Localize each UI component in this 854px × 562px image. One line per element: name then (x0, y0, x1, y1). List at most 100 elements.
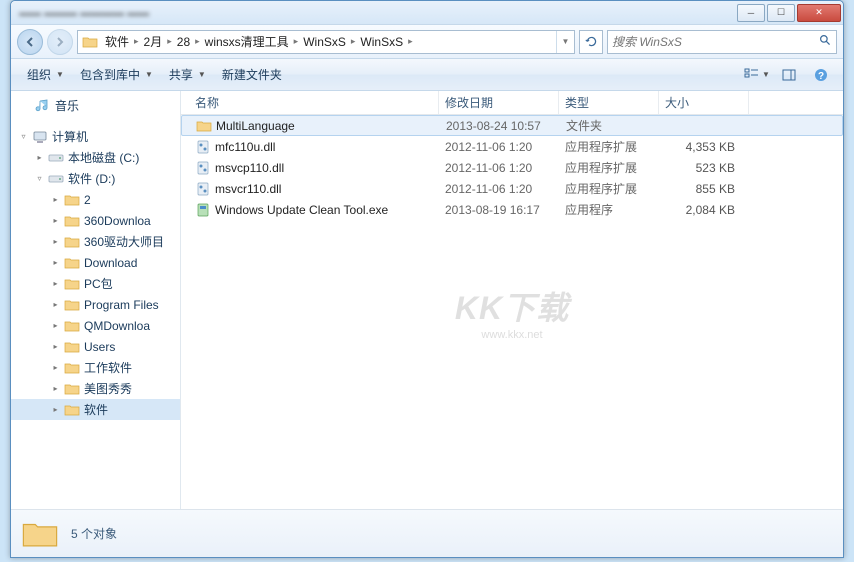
tree-collapse-icon[interactable]: ▿ (19, 132, 28, 141)
watermark: KK下载 www.kkx.net (455, 283, 569, 341)
tree-expand-icon[interactable]: ▸ (51, 363, 60, 372)
tree-expand-icon[interactable]: ▸ (51, 342, 60, 351)
file-date: 2013-08-19 16:17 (439, 203, 559, 217)
breadcrumb: 软件▸2月▸28▸winsxs清理工具▸WinSxS▸WinSxS▸ (102, 33, 556, 50)
file-row[interactable]: msvcp110.dll2012-11-06 1:20应用程序扩展523 KB (181, 157, 843, 178)
search-input[interactable] (612, 35, 819, 49)
sidebar-item-computer[interactable]: ▿ 计算机 (11, 126, 180, 147)
search-icon (819, 34, 832, 50)
view-options-button[interactable]: ▼ (743, 64, 771, 86)
address-dropdown[interactable]: ▼ (556, 31, 574, 53)
include-library-menu[interactable]: 包含到库中▼ (72, 62, 161, 87)
drive-icon (48, 150, 64, 166)
new-folder-button[interactable]: 新建文件夹 (214, 62, 290, 87)
folder-icon (64, 276, 80, 292)
chevron-right-icon[interactable]: ▸ (193, 36, 202, 47)
file-row[interactable]: Windows Update Clean Tool.exe2013-08-19 … (181, 199, 843, 220)
dll-icon (195, 181, 211, 197)
include-library-label: 包含到库中 (80, 66, 140, 83)
file-row[interactable]: msvcr110.dll2012-11-06 1:20应用程序扩展855 KB (181, 178, 843, 199)
titlebar-blurred-text: ▬▬ ▬▬▬ ▬▬▬▬ ▬▬ (13, 7, 735, 19)
watermark-main: KK下载 (455, 283, 569, 329)
file-row[interactable]: mfc110u.dll2012-11-06 1:20应用程序扩展4,353 KB (181, 136, 843, 157)
tree-expand-icon[interactable]: ▸ (51, 279, 60, 288)
tree-expand-icon[interactable]: ▸ (51, 258, 60, 267)
sidebar-folder-item[interactable]: ▸2 (11, 189, 180, 210)
help-button[interactable]: ? (807, 64, 835, 86)
sidebar-folder-item[interactable]: ▸ 软件 (11, 399, 180, 420)
tree-expand-icon[interactable]: ▸ (51, 300, 60, 309)
tree-expand-icon[interactable]: ▸ (35, 153, 44, 162)
back-button[interactable] (17, 29, 43, 55)
sidebar-item-drive-d[interactable]: ▿ 软件 (D:) (11, 168, 180, 189)
file-row[interactable]: MultiLanguage2013-08-24 10:57文件夹 (181, 115, 843, 136)
preview-pane-button[interactable] (775, 64, 803, 86)
sidebar-item-music[interactable]: 音乐 (11, 95, 180, 116)
tree-expand-icon[interactable]: ▸ (51, 195, 60, 204)
column-header-date[interactable]: 修改日期 (439, 91, 559, 114)
share-label: 共享 (169, 66, 193, 83)
file-type: 应用程序 (559, 201, 659, 218)
breadcrumb-item[interactable]: 软件 (102, 33, 132, 50)
toolbar: 组织▼ 包含到库中▼ 共享▼ 新建文件夹 ▼ ? (11, 59, 843, 91)
close-button[interactable]: ✕ (797, 4, 841, 22)
chevron-down-icon: ▼ (762, 70, 770, 79)
breadcrumb-item[interactable]: WinSxS (300, 35, 349, 49)
maximize-button[interactable]: ☐ (767, 4, 795, 22)
status-text: 5 个对象 (71, 525, 117, 542)
chevron-right-icon[interactable]: ▸ (406, 36, 415, 47)
sidebar-folder-item[interactable]: ▸美图秀秀 (11, 378, 180, 399)
search-box[interactable] (607, 30, 837, 54)
tree-expand-icon[interactable]: ▸ (51, 237, 60, 246)
breadcrumb-item[interactable]: 28 (174, 35, 193, 49)
minimize-button[interactable]: ─ (737, 4, 765, 22)
folder-icon (64, 297, 80, 313)
sidebar-folder-item[interactable]: ▸Users (11, 336, 180, 357)
sidebar-folder-item[interactable]: ▸Program Files (11, 294, 180, 315)
chevron-right-icon[interactable]: ▸ (292, 36, 301, 47)
chevron-right-icon[interactable]: ▸ (132, 36, 141, 47)
column-header-size[interactable]: 大小 (659, 91, 749, 114)
column-header-name[interactable]: 名称 (189, 91, 439, 114)
sidebar-folder-item[interactable]: ▸ 360驱动大师目 (11, 231, 180, 252)
file-type: 应用程序扩展 (559, 159, 659, 176)
tree-expand-icon[interactable]: ▸ (51, 384, 60, 393)
svg-text:?: ? (818, 71, 824, 82)
share-menu[interactable]: 共享 ▼ (161, 62, 214, 87)
tree-expand-icon[interactable]: ▸ (51, 321, 60, 330)
tree-collapse-icon[interactable]: ▿ (35, 174, 44, 183)
breadcrumb-item[interactable]: winsxs清理工具 (202, 33, 292, 50)
tree-expand-icon[interactable]: ▸ (51, 216, 60, 225)
breadcrumb-item[interactable]: 2月 (141, 33, 166, 50)
refresh-button[interactable] (579, 30, 603, 54)
organize-menu[interactable]: 组织▼ (19, 62, 72, 87)
sidebar-folder-item[interactable]: ▸PC包 (11, 273, 180, 294)
address-bar[interactable]: 软件▸2月▸28▸winsxs清理工具▸WinSxS▸WinSxS▸ ▼ (77, 30, 575, 54)
sidebar-item-label: 360驱动大师目 (84, 233, 164, 250)
column-headers: 名称 修改日期 类型 大小 (181, 91, 843, 115)
sidebar-folder-item[interactable]: ▸Download (11, 252, 180, 273)
sidebar-folder-item[interactable]: ▸360Downloa (11, 210, 180, 231)
sidebar: 音乐 ▿ 计算机 ▸ 本地磁盘 (C:) ▿ 软件 (D:) ▸2▸360Dow… (11, 91, 181, 509)
column-header-type[interactable]: 类型 (559, 91, 659, 114)
sidebar-folder-item[interactable]: ▸工作软件 (11, 357, 180, 378)
file-name: MultiLanguage (216, 119, 295, 133)
file-list[interactable]: KK下载 www.kkx.net MultiLanguage2013-08-24… (181, 115, 843, 509)
chevron-down-icon: ▼ (56, 70, 64, 79)
sidebar-folder-item[interactable]: ▸QMDownloa (11, 315, 180, 336)
chevron-right-icon[interactable]: ▸ (165, 36, 174, 47)
forward-button[interactable] (47, 29, 73, 55)
breadcrumb-item[interactable]: WinSxS (357, 35, 406, 49)
chevron-right-icon[interactable]: ▸ (349, 36, 358, 47)
file-name: msvcp110.dll (215, 161, 284, 175)
sidebar-item-label: 计算机 (52, 128, 88, 145)
folder-icon (64, 339, 80, 355)
file-date: 2012-11-06 1:20 (439, 182, 559, 196)
tree-expand-icon[interactable]: ▸ (51, 405, 60, 414)
sidebar-item-label: 软件 (84, 401, 108, 418)
new-folder-label: 新建文件夹 (222, 66, 282, 83)
chevron-down-icon: ▼ (198, 70, 206, 79)
sidebar-item-drive-c[interactable]: ▸ 本地磁盘 (C:) (11, 147, 180, 168)
folder-icon (64, 213, 80, 229)
refresh-icon (585, 35, 598, 48)
